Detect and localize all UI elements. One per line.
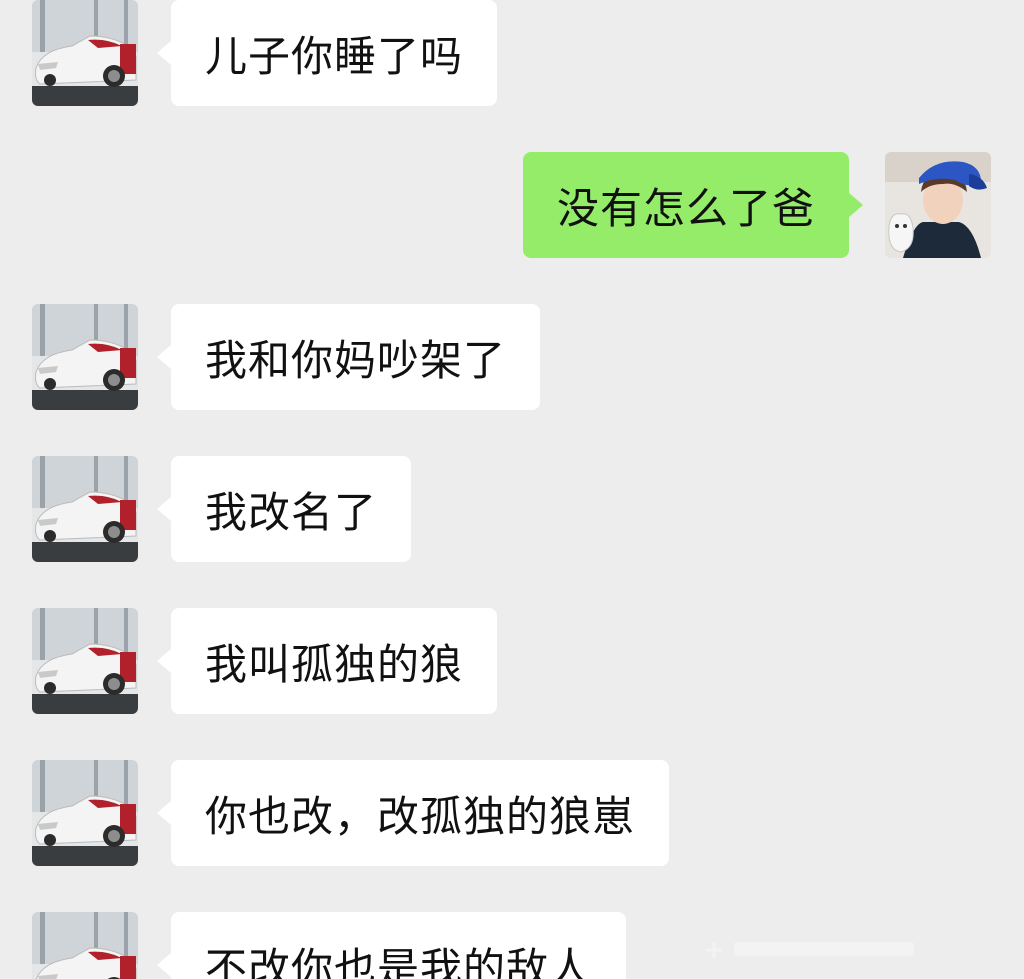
message-bubble[interactable]: 儿子你睡了吗 bbox=[156, 0, 498, 106]
message-text: 我改名了 bbox=[205, 487, 378, 537]
message-text: 不改你也是我的敌人 bbox=[205, 943, 593, 979]
message-text: 没有怎么了爸 bbox=[557, 183, 816, 233]
message-bubble[interactable]: 不改你也是我的敌人 bbox=[156, 912, 627, 979]
car-avatar-icon[interactable] bbox=[32, 912, 138, 979]
message-bubble[interactable]: 我和你妈吵架了 bbox=[156, 304, 541, 410]
car-avatar-icon[interactable] bbox=[32, 608, 138, 714]
message-text: 你也改，改孤独的狼崽 bbox=[205, 791, 636, 841]
message-bubble[interactable]: 我叫孤独的狼 bbox=[156, 608, 498, 714]
message-text: 我叫孤独的狼 bbox=[205, 639, 464, 689]
car-avatar-icon[interactable] bbox=[32, 456, 138, 562]
car-avatar-icon[interactable] bbox=[32, 304, 138, 410]
chat-window: 儿子你睡了吗 没有怎么了爸 我和你妈吵架了 我改名了 我叫孤独的狼 你也改，改孤… bbox=[0, 0, 1024, 979]
message-bubble[interactable]: 你也改，改孤独的狼崽 bbox=[156, 760, 670, 866]
car-avatar-icon[interactable] bbox=[32, 0, 138, 106]
watermark-icon bbox=[706, 942, 914, 958]
car-avatar-icon[interactable] bbox=[32, 760, 138, 866]
message-bubble-outgoing[interactable]: 没有怎么了爸 bbox=[523, 152, 864, 258]
message-bubble[interactable]: 我改名了 bbox=[156, 456, 412, 562]
message-text: 我和你妈吵架了 bbox=[205, 335, 507, 385]
boy-with-cap-avatar-icon[interactable] bbox=[885, 152, 991, 258]
message-text: 儿子你睡了吗 bbox=[205, 31, 464, 81]
